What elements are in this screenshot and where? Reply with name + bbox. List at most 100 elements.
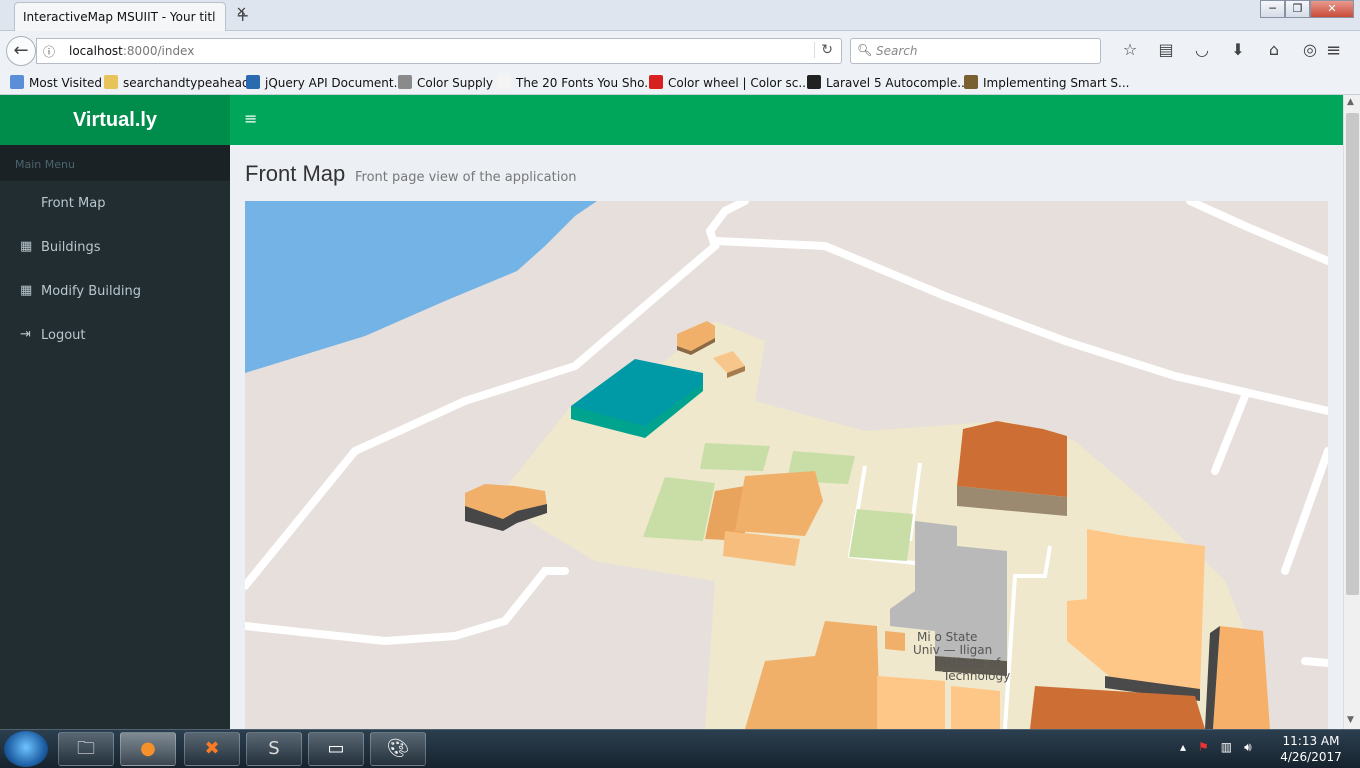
close-window-button[interactable]: ✕ <box>1310 0 1354 18</box>
bookmark-label: Color wheel | Color sc... <box>668 76 810 90</box>
volume-icon[interactable]: 🔊︎ <box>1244 740 1252 755</box>
bookmark-item[interactable]: Implementing Smart S... <box>964 75 1130 90</box>
cmd-taskbar-button[interactable]: ▭ <box>308 732 364 766</box>
system-tray: ▴ ⚑ ▥ 🔊︎ <box>1180 740 1252 755</box>
page-subtitle: Front page view of the application <box>355 170 577 185</box>
minimize-button[interactable]: ─ <box>1260 0 1285 18</box>
folder-icon: 🗀 <box>77 738 95 759</box>
browser-chrome: InteractiveMap MSUIIT - Your titl ✕ + ─ … <box>0 0 1360 95</box>
firefox-icon: ● <box>140 738 156 759</box>
reload-icon[interactable]: ↻ <box>814 42 833 58</box>
site-icon <box>807 75 821 89</box>
home-icon[interactable]: ⌂ <box>1256 40 1292 59</box>
bookmark-item[interactable]: Laravel 5 Autocomple... <box>807 75 969 90</box>
xampp-taskbar-button[interactable]: ✖ <box>184 732 240 766</box>
pocket-icon[interactable]: ◡ <box>1184 40 1220 59</box>
brand-logo[interactable]: Virtual.ly <box>0 95 230 145</box>
map-canvas[interactable]: Mi o State Univ — Iligan Institute of Te… <box>245 201 1328 729</box>
window-controls: ─ ❐ ✕ <box>1260 0 1354 18</box>
sidebar-item-logout[interactable]: ⇥ Logout <box>0 313 230 357</box>
paint-taskbar-button[interactable]: 🎨︎ <box>370 732 426 766</box>
sidebar-item-modify-building[interactable]: ▦ Modify Building <box>0 269 230 313</box>
sidebar-item-label: Logout <box>41 328 86 343</box>
folder-icon <box>104 75 118 89</box>
campus-label-line: Univ — Iligan <box>913 643 992 657</box>
sidebar-toggle-icon[interactable]: ≡ <box>244 109 257 128</box>
new-tab-button[interactable]: + <box>236 6 249 25</box>
bookmark-star-icon[interactable]: ☆ <box>1112 40 1148 59</box>
sidebar-item-label: Front Map <box>41 196 106 211</box>
network-icon[interactable]: ▥ <box>1221 740 1232 755</box>
building-icon: ▦ <box>20 283 33 298</box>
bookmark-label: searchandtypeahead <box>123 76 250 90</box>
search-placeholder: Search <box>876 44 918 58</box>
bookmark-label: Laravel 5 Autocomple... <box>826 76 969 90</box>
clock-time: 11:13 AM <box>1282 734 1340 748</box>
system-clock[interactable]: 11:13 AM 4/26/2017 <box>1276 733 1346 765</box>
tab-bar: InteractiveMap MSUIIT - Your titl ✕ + ─ … <box>0 0 1360 31</box>
download-icon[interactable]: ⬇ <box>1220 40 1256 59</box>
bookmark-label: Color Supply <box>417 76 494 90</box>
address-bar[interactable]: ⓘ localhost:8000/index ↻ <box>36 38 842 64</box>
nav-bar: ← ⓘ localhost:8000/index ↻ 🔍︎ Search ☆ ▤… <box>0 33 1360 69</box>
browser-tab[interactable]: InteractiveMap MSUIIT - Your titl <box>14 2 226 31</box>
building-orange-dark[interactable] <box>957 421 1067 516</box>
scroll-down-icon[interactable]: ▼ <box>1347 715 1354 725</box>
water-area <box>245 201 597 373</box>
clock-date: 4/26/2017 <box>1280 750 1342 764</box>
xampp-icon: ✖ <box>204 738 220 759</box>
bookmark-item[interactable]: The 20 Fonts You Sho... <box>497 75 656 90</box>
sublime-icon: S <box>268 738 280 759</box>
page-icon <box>497 75 511 89</box>
sidebar-item-label: Modify Building <box>41 284 141 299</box>
content-wrapper: Front Map Front page view of the applica… <box>230 145 1343 729</box>
reading-list-icon[interactable]: ▤ <box>1148 40 1184 59</box>
bookmark-item[interactable]: jQuery API Document... <box>246 75 405 90</box>
most-visited-icon <box>10 75 24 89</box>
bookmark-label: Implementing Smart S... <box>983 76 1130 90</box>
sidebar-item-front-map[interactable]: Front Map <box>0 181 230 225</box>
sidebar-item-label: Buildings <box>41 240 101 255</box>
map-svg[interactable]: Mi o State Univ — Iligan Institute of Te… <box>245 201 1328 729</box>
bookmark-label: The 20 Fonts You Sho... <box>516 76 656 90</box>
sublime-taskbar-button[interactable]: S <box>246 732 302 766</box>
action-center-icon[interactable]: ⚑ <box>1198 740 1209 755</box>
extension-icon[interactable]: ◎ <box>1292 40 1328 59</box>
search-input[interactable]: 🔍︎ Search <box>850 38 1101 64</box>
palette-icon: 🎨︎ <box>386 738 410 759</box>
firefox-taskbar-button[interactable]: ● <box>120 732 176 766</box>
terminal-icon: ▭ <box>327 738 345 759</box>
bookmark-item[interactable]: searchandtypeahead <box>104 75 250 90</box>
page-scrollbar[interactable]: ▲ ▼ <box>1343 95 1360 729</box>
sidebar-item-buildings[interactable]: ▦ Buildings <box>0 225 230 269</box>
scrollbar-thumb[interactable] <box>1346 113 1359 595</box>
toolbar-icons: ☆ ▤ ◡ ⬇ ⌂ ◎ <box>1112 40 1328 59</box>
campus-label-line: Institute of <box>935 656 1001 670</box>
explorer-taskbar-button[interactable]: 🗀 <box>58 732 114 766</box>
taskbar: 🗀 ● ✖ S ▭ 🎨︎ ▴ ⚑ ▥ 🔊︎ 11:13 AM 4/26/2017 <box>0 729 1360 768</box>
browser-menu-icon[interactable]: ≡ <box>1326 40 1341 61</box>
sign-out-icon: ⇥ <box>20 327 31 342</box>
campus-label-line: Technology <box>942 669 1010 683</box>
campus-label-line: Mi o State <box>917 630 977 644</box>
page-title: Front Map <box>245 161 346 186</box>
adobe-icon <box>649 75 663 89</box>
bookmark-item[interactable]: Color wheel | Color sc... <box>649 75 810 90</box>
show-hidden-icons-icon[interactable]: ▴ <box>1180 740 1186 755</box>
restore-button[interactable]: ❐ <box>1285 0 1310 18</box>
url-text: localhost:8000/index <box>69 44 195 58</box>
start-button[interactable] <box>4 731 48 767</box>
scroll-up-icon[interactable]: ▲ <box>1347 97 1354 107</box>
building-icon: ▦ <box>20 239 33 254</box>
bookmarks-bar: Most Visited searchandtypeahead jQuery API… <box>0 71 1360 95</box>
bookmark-item[interactable]: Most Visited <box>10 75 102 90</box>
bookmark-item[interactable]: Color Supply <box>398 75 493 90</box>
top-navbar: ≡ <box>230 95 1343 145</box>
info-icon[interactable]: ⓘ <box>43 43 55 60</box>
tab-title: InteractiveMap MSUIIT - Your titl <box>23 10 216 24</box>
bookmark-label: jQuery API Document... <box>265 76 406 90</box>
sidebar: Virtual.ly Main Menu Front Map ▦ Building… <box>0 95 230 729</box>
menu-header: Main Menu <box>0 145 230 181</box>
bookmark-label: Most Visited <box>29 76 103 90</box>
back-button[interactable]: ← <box>6 36 36 66</box>
